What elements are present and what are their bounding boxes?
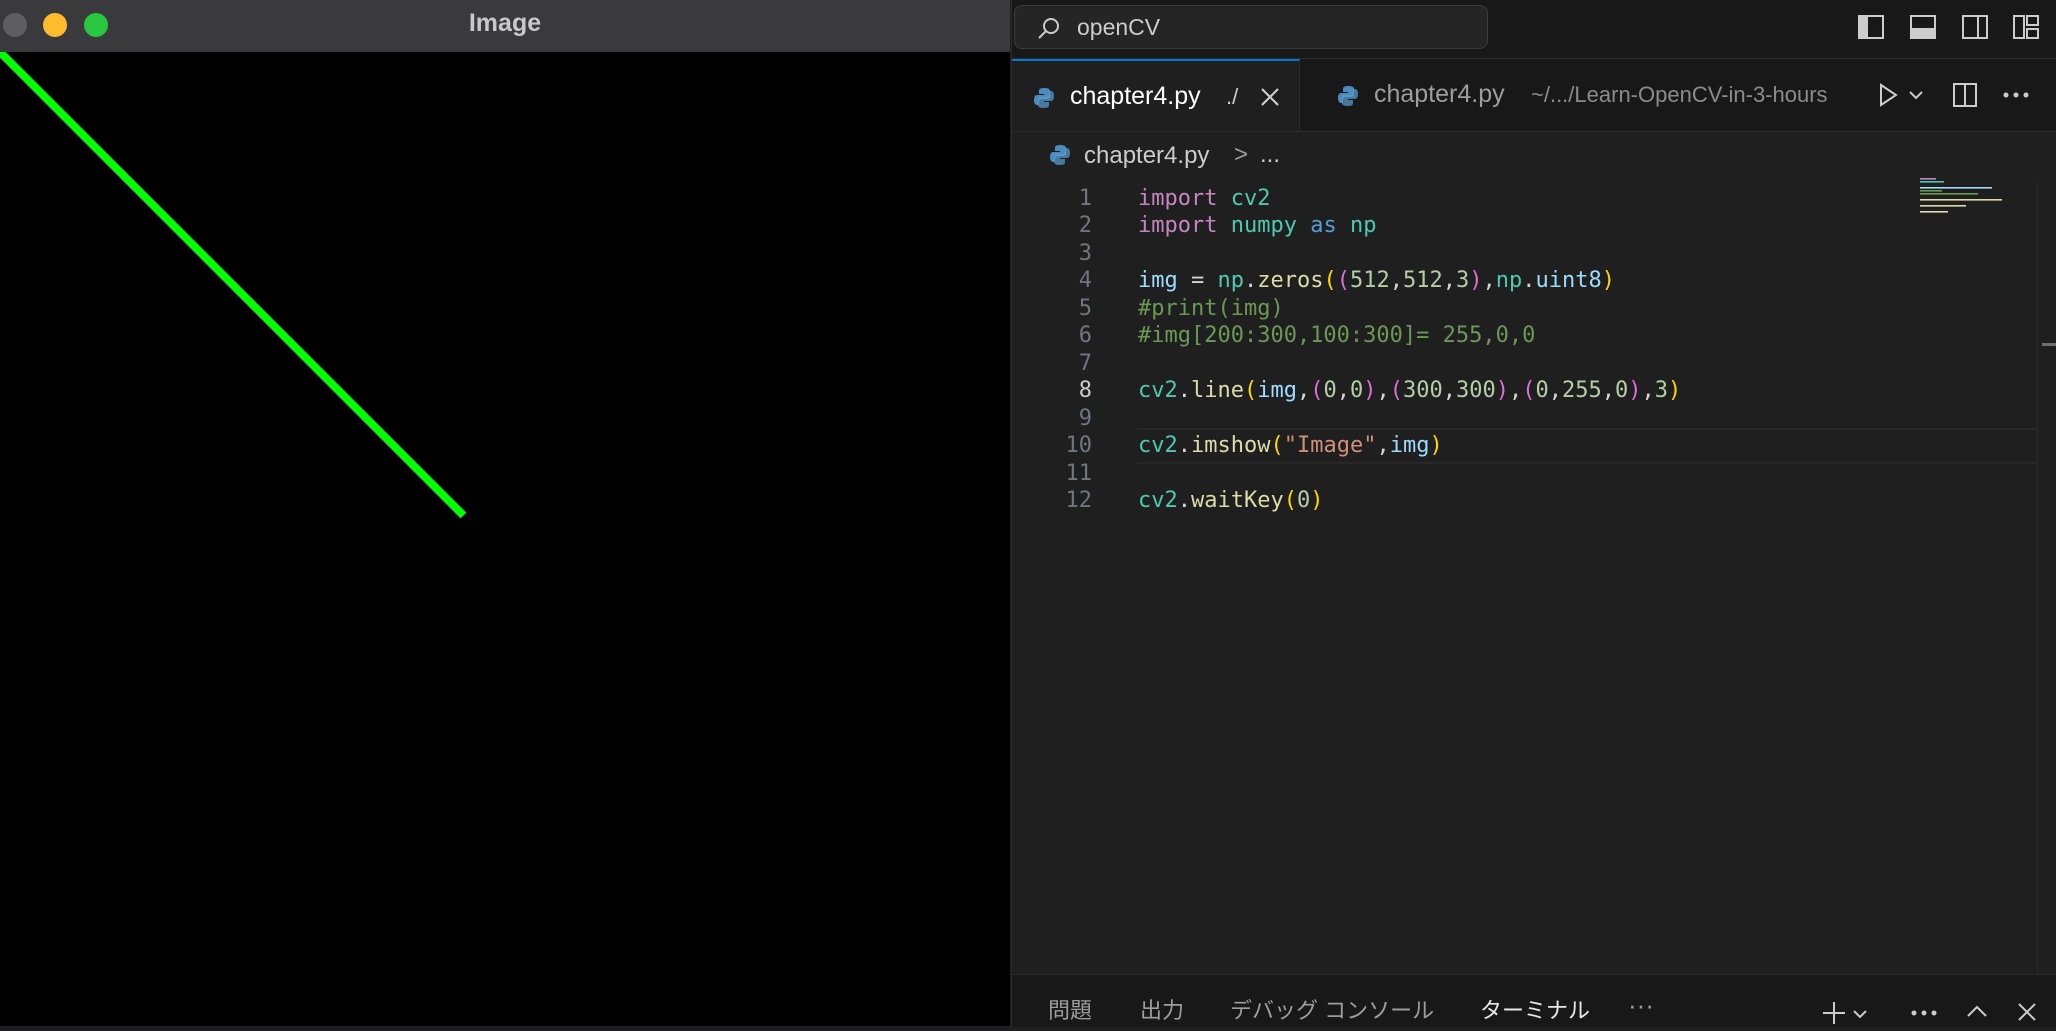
image-window-title: Image: [468, 9, 542, 37]
vscode-titlebar: openCV: [1012, 0, 2056, 59]
panel-tab-output[interactable]: 出力: [1140, 991, 1184, 1031]
run-python-icon[interactable]: [1876, 82, 1900, 108]
breadcrumb-separator: >: [1234, 141, 1249, 168]
chevron-down-icon[interactable]: [1908, 90, 1924, 100]
image-drawing: [0, 52, 467, 519]
image-canvas: [0, 52, 1010, 1026]
vscode-window: openCV chapter4.py ./ chapter4.py ~/.../…: [1011, 0, 2056, 1027]
toggle-secondary-sidebar-icon[interactable]: [1961, 13, 1989, 41]
split-editor-icon[interactable]: [1952, 82, 1978, 108]
close-panel-icon[interactable]: [2016, 1001, 2038, 1023]
tab-chapter4-active[interactable]: chapter4.py ./: [1012, 59, 1300, 131]
panel-tab-terminal[interactable]: ターミナル: [1480, 991, 1590, 1031]
editor-tab-bar: chapter4.py ./ chapter4.py ~/.../Learn-O…: [1012, 59, 2056, 132]
code-text: cv2.waitKey(0): [1138, 488, 1324, 513]
more-actions-icon[interactable]: [2002, 91, 2030, 99]
line-number: 12: [1065, 488, 1093, 513]
more-actions-icon[interactable]: [1910, 1009, 1938, 1017]
tab-description: ~/.../Learn-OpenCV-in-3-hours: [1531, 82, 1828, 107]
code-line[interactable]: 12 cv2.waitKey(0): [1012, 483, 2012, 519]
command-center-search[interactable]: openCV: [1014, 5, 1488, 49]
image-window: Image: [0, 0, 1010, 1026]
close-tab-icon[interactable]: [1258, 85, 1282, 109]
breadcrumb: chapter4.py > ...: [1012, 131, 2056, 181]
minimap[interactable]: [1920, 177, 2020, 237]
search-icon: [1038, 18, 1059, 39]
image-window-titlebar[interactable]: Image: [0, 0, 1010, 53]
tab-chapter4-inactive[interactable]: chapter4.py ~/.../Learn-OpenCV-in-3-hour…: [1300, 59, 1868, 131]
panel-tab-problems[interactable]: 問題: [1048, 991, 1092, 1031]
command-center-text: openCV: [1077, 14, 1161, 40]
python-file-icon: [1050, 145, 1070, 165]
maximize-panel-icon[interactable]: [1965, 1003, 1989, 1019]
breadcrumb-file[interactable]: chapter4.py: [1084, 131, 1209, 181]
drawn-green-line: [0, 52, 467, 519]
python-file-icon: [1338, 86, 1358, 106]
toggle-panel-icon[interactable]: [1909, 13, 1937, 41]
tab-description: ./: [1226, 84, 1239, 109]
panel-more-tabs[interactable]: ···: [1628, 985, 1654, 1025]
tab-label: chapter4.py: [1374, 80, 1505, 108]
editor-scrollbar[interactable]: [2037, 181, 2056, 974]
panel-tab-bar: 問題 出力 デバッグ コンソール ターミナル ···: [1012, 974, 2056, 1027]
scrollbar-cursor-marker: [2042, 343, 2056, 346]
code-editor[interactable]: 1 import cv2 2 import numpy as np 3 4 im…: [1012, 181, 2056, 974]
new-terminal-icon[interactable]: [1820, 999, 1848, 1027]
breadcrumb-symbols[interactable]: ...: [1260, 131, 1280, 179]
toggle-primary-sidebar-icon[interactable]: [1857, 13, 1885, 41]
panel-tab-debug-console[interactable]: デバッグ コンソール: [1230, 991, 1434, 1031]
chevron-down-icon[interactable]: [1852, 1009, 1868, 1019]
customize-layout-icon[interactable]: [2012, 13, 2040, 41]
python-file-icon: [1034, 88, 1054, 108]
tab-label: chapter4.py: [1070, 82, 1201, 110]
